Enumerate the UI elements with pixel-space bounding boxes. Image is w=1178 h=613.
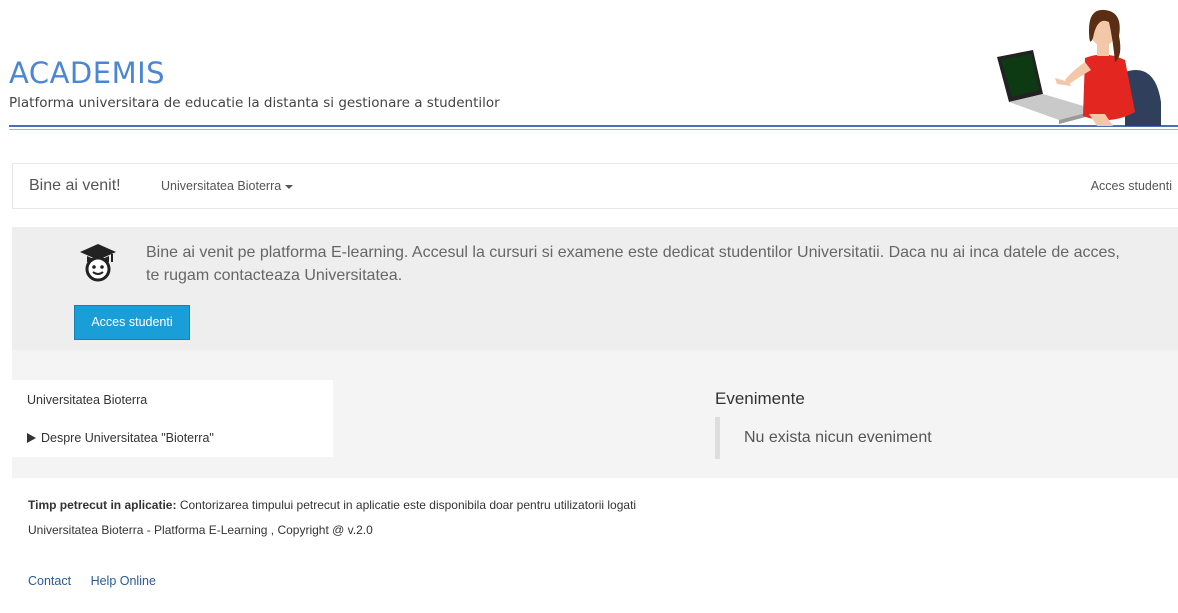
site-subtitle: Platforma universitara de educatie la di… bbox=[9, 95, 500, 111]
caret-down-icon bbox=[285, 184, 294, 189]
copyright-text: Universitatea Bioterra - Platforma E-Lea… bbox=[28, 523, 373, 537]
events-list: Nu exista nicun eveniment bbox=[715, 417, 1115, 459]
events-empty-message: Nu exista nicun eveniment bbox=[744, 429, 932, 446]
about-university-link[interactable]: Despre Universitatea "Bioterra" bbox=[27, 431, 214, 445]
hero-student-laptop-image bbox=[997, 9, 1161, 126]
top-navbar: Bine ai venit! Universitatea Bioterra Ac… bbox=[12, 163, 1178, 209]
welcome-panel: Bine ai venit pe platforma E-learning. A… bbox=[12, 227, 1178, 350]
time-spent-text: Contorizarea timpului petrecut in aplica… bbox=[176, 498, 637, 512]
footer-links: Contact Help Online bbox=[28, 574, 172, 588]
university-block-title: Universitatea Bioterra bbox=[27, 393, 148, 407]
university-dropdown[interactable]: Universitatea Bioterra bbox=[161, 179, 294, 193]
university-dropdown-label: Universitatea Bioterra bbox=[161, 179, 282, 193]
triangle-right-icon bbox=[27, 433, 36, 443]
help-online-link[interactable]: Help Online bbox=[91, 574, 156, 588]
about-university-label: Despre Universitatea "Bioterra" bbox=[41, 431, 214, 445]
site-title[interactable]: ACADEMIS bbox=[9, 56, 165, 90]
navbar-brand[interactable]: Bine ai venit! bbox=[29, 177, 121, 195]
university-block: Universitatea Bioterra Despre Universita… bbox=[12, 380, 333, 457]
nav-student-access-link[interactable]: Acces studenti bbox=[1091, 179, 1172, 193]
contact-link[interactable]: Contact bbox=[28, 574, 71, 588]
header-divider-secondary bbox=[9, 129, 1178, 130]
student-access-button[interactable]: Acces studenti bbox=[74, 305, 190, 340]
page-header: ACADEMIS Platforma universitara de educa… bbox=[0, 0, 1178, 132]
welcome-message: Bine ai venit pe platforma E-learning. A… bbox=[146, 244, 1120, 284]
main-content: Universitatea Bioterra Despre Universita… bbox=[12, 350, 1178, 478]
time-spent-label: Timp petrecut in aplicatie: bbox=[28, 498, 177, 512]
events-heading: Evenimente bbox=[715, 389, 805, 408]
graduate-icon bbox=[80, 244, 116, 282]
time-spent-notice: Timp petrecut in aplicatie: Contorizarea… bbox=[28, 498, 636, 512]
